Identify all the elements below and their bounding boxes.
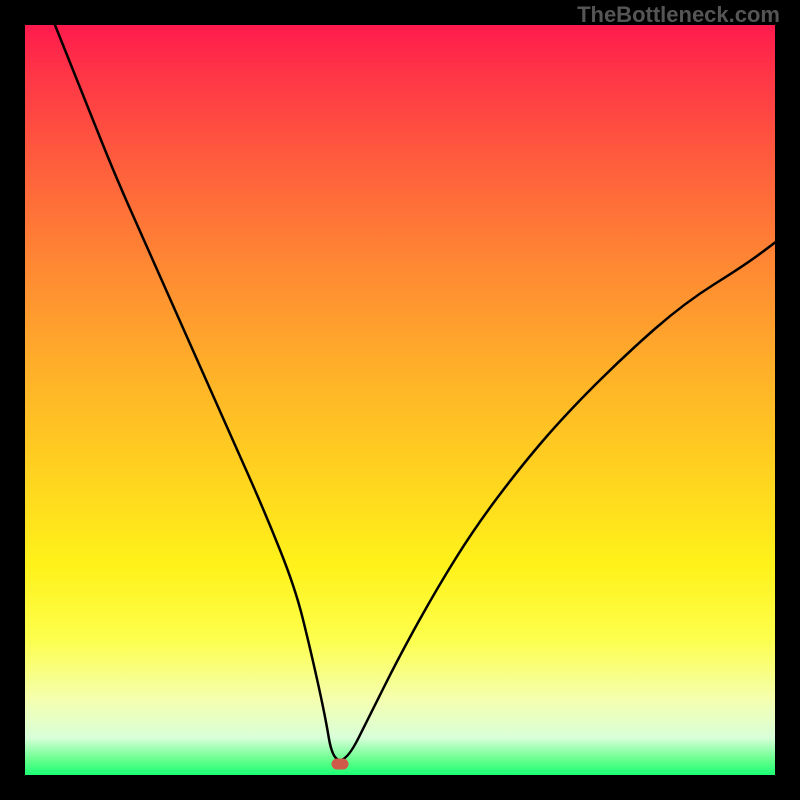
optimal-point-marker: [332, 758, 349, 769]
watermark-text: TheBottleneck.com: [577, 2, 780, 28]
bottleneck-curve: [55, 25, 775, 760]
curve-svg: [25, 25, 775, 775]
plot-area: [25, 25, 775, 775]
